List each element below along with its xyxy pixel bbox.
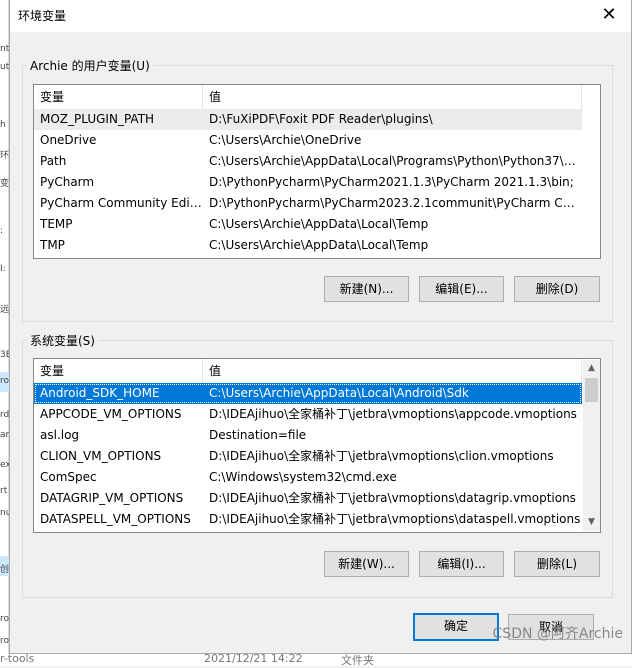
variable-name: OneDrive xyxy=(40,133,97,147)
list-header: 变量 值 xyxy=(34,85,582,109)
scroll-down-icon[interactable]: ▼ xyxy=(583,514,600,531)
background-window: nt ut h 环 变 : I: 远 3E ro rd ar ex rt nu … xyxy=(0,0,9,666)
background-text-fragment: : xyxy=(0,226,4,236)
system-list-scrollbar[interactable]: ▲ ▼ xyxy=(583,360,600,531)
system-variables-label: 系统变量(S) xyxy=(27,332,98,349)
watermark: CSDN @阿齐Archie xyxy=(492,626,623,642)
background-text-fragment: ro xyxy=(0,614,9,624)
system-new-button[interactable]: 新建(W)... xyxy=(324,551,409,577)
background-text-fragment: nt xyxy=(0,44,9,54)
variable-value: D:\IDEAjihuo\全家桶补丁\jetbra\vmoptions\clio… xyxy=(209,449,554,463)
table-row[interactable]: APPCODE_VM_OPTIONS D:\IDEAjihuo\全家桶补丁\je… xyxy=(34,404,582,425)
user-variables-label: Archie 的用户变量(U) xyxy=(27,57,153,74)
variable-name: DATAGRIP_VM_OPTIONS xyxy=(40,491,184,505)
variable-name: PyCharm Community Editi... xyxy=(40,196,203,210)
table-row[interactable]: DATASPELL_VM_OPTIONS D:\IDEAjihuo\全家桶补丁\… xyxy=(34,509,582,530)
system-edit-button[interactable]: 编辑(I)... xyxy=(419,551,504,577)
variable-value: C:\Users\Archie\AppData\Local\Temp xyxy=(209,238,429,252)
variable-name: PyCharm xyxy=(40,175,95,189)
variable-name: TMP xyxy=(40,238,65,252)
background-text-fragment: ro xyxy=(0,376,9,386)
table-row[interactable]: Path C:\Users\Archie\AppData\Local\Progr… xyxy=(34,151,582,172)
table-row[interactable]: OneDrive C:\Users\Archie\OneDrive xyxy=(34,130,582,151)
variable-name: Android_SDK_HOME xyxy=(40,386,160,400)
system-variables-list[interactable]: 变量 值 Android_SDK_HOME C:\Users\Archie\Ap… xyxy=(33,358,601,533)
environment-variables-dialog: 环境变量 ✕ Archie 的用户变量(U) 变量 值 MOZ_PLUGIN_P… xyxy=(9,0,632,654)
background-file-date: 2021/12/21 14:22 xyxy=(204,652,303,665)
background-text-fragment: h xyxy=(0,120,6,130)
variable-name: DATASPELL_VM_OPTIONS xyxy=(40,512,191,526)
background-text-fragment: ut xyxy=(0,62,9,72)
table-row[interactable]: DATAGRIP_VM_OPTIONS D:\IDEAjihuo\全家桶补丁\j… xyxy=(34,488,582,509)
variable-name: ComSpec xyxy=(40,470,97,484)
variable-value: D:\IDEAjihuo\全家桶补丁\jetbra\vmoptions\appc… xyxy=(209,407,577,421)
variable-name: TEMP xyxy=(40,217,73,231)
variable-name: MOZ_PLUGIN_PATH xyxy=(40,112,155,126)
user-delete-button[interactable]: 删除(D) xyxy=(514,276,600,302)
table-row[interactable]: PyCharm D:\PythonPycharm\PyCharm2021.1.3… xyxy=(34,172,582,193)
system-delete-button[interactable]: 删除(L) xyxy=(514,551,600,577)
user-edit-button[interactable]: 编辑(E)... xyxy=(419,276,504,302)
scroll-up-icon[interactable]: ▲ xyxy=(583,360,600,377)
background-text-fragment: 创 xyxy=(0,565,9,575)
background-text-fragment: 变 xyxy=(0,179,9,189)
table-row[interactable]: PyCharm Community Editi... D:\PythonPych… xyxy=(34,193,582,214)
variable-value: D:\FuXiPDF\Foxit PDF Reader\plugins\ xyxy=(209,112,433,126)
variable-value: C:\Users\Archie\AppData\Local\Android\Sd… xyxy=(209,386,469,400)
variable-value: C:\Windows\system32\cmd.exe xyxy=(209,470,397,484)
background-text-fragment: 3E xyxy=(0,350,9,360)
user-variables-rows: MOZ_PLUGIN_PATH D:\FuXiPDF\Foxit PDF Rea… xyxy=(34,109,582,256)
background-text-fragment: 远 xyxy=(0,305,9,315)
variable-name: CLION_VM_OPTIONS xyxy=(40,449,162,463)
variable-value: C:\Users\Archie\AppData\Local\Temp xyxy=(209,217,429,231)
background-text-fragment: ro xyxy=(0,636,9,646)
variable-name: APPCODE_VM_OPTIONS xyxy=(40,407,182,421)
background-file-row: r-tools 2021/12/21 14:22 文件夹 xyxy=(0,652,632,667)
variable-value: D:\IDEAjihuo\全家桶补丁\jetbra\vmoptions\data… xyxy=(209,491,576,505)
variable-value: D:\IDEAjihuo\全家桶补丁\jetbra\vmoptions\data… xyxy=(209,512,581,526)
background-text-fragment: ex xyxy=(0,460,9,470)
table-row[interactable]: TMP C:\Users\Archie\AppData\Local\Temp xyxy=(34,235,582,256)
table-row[interactable]: CLION_VM_OPTIONS D:\IDEAjihuo\全家桶补丁\jetb… xyxy=(34,446,582,467)
variable-value: Destination=file xyxy=(209,428,307,442)
scrollbar-thumb[interactable] xyxy=(585,378,598,402)
background-text-fragment: nu xyxy=(0,508,9,518)
table-row[interactable]: asl.log Destination=file xyxy=(34,425,582,446)
variable-value: D:\PythonPycharm\PyCharm2021.1.3\PyCharm… xyxy=(209,175,574,189)
table-row[interactable]: ComSpec C:\Windows\system32\cmd.exe xyxy=(34,467,582,488)
background-text-fragment: rd xyxy=(0,410,9,420)
column-header-variable[interactable]: 变量 xyxy=(34,359,203,383)
list-header: 变量 值 xyxy=(34,359,582,383)
background-text-fragment: 环 xyxy=(0,151,9,161)
background-text-fragment: ar xyxy=(0,430,9,440)
user-new-button[interactable]: 新建(N)... xyxy=(324,276,409,302)
variable-value: C:\Users\Archie\AppData\Local\Programs\P… xyxy=(209,154,582,168)
table-row[interactable]: TEMP C:\Users\Archie\AppData\Local\Temp xyxy=(34,214,582,235)
window-title: 环境变量 xyxy=(18,9,67,23)
column-header-value[interactable]: 值 xyxy=(203,359,582,383)
variable-value: D:\PythonPycharm\PyCharm2023.2.1communit… xyxy=(209,196,582,210)
background-text-fragment: I: xyxy=(0,264,6,274)
variable-name: Path xyxy=(40,154,67,168)
user-variables-list[interactable]: 变量 值 MOZ_PLUGIN_PATH D:\FuXiPDF\Foxit PD… xyxy=(33,84,601,259)
table-row[interactable]: Android_SDK_HOME C:\Users\Archie\AppData… xyxy=(34,383,582,404)
system-variables-rows: Android_SDK_HOME C:\Users\Archie\AppData… xyxy=(34,383,582,530)
title-bar: 环境变量 ✕ xyxy=(10,0,631,32)
background-text-fragment: rt xyxy=(0,486,8,496)
ok-button[interactable]: 确定 xyxy=(413,613,499,641)
variable-name: asl.log xyxy=(40,428,80,442)
table-row[interactable]: MOZ_PLUGIN_PATH D:\FuXiPDF\Foxit PDF Rea… xyxy=(34,109,582,130)
close-icon[interactable]: ✕ xyxy=(597,3,621,27)
variable-value: C:\Users\Archie\OneDrive xyxy=(209,133,362,147)
background-file-name: r-tools xyxy=(0,652,35,665)
column-header-variable[interactable]: 变量 xyxy=(34,85,203,109)
column-header-value[interactable]: 值 xyxy=(203,85,582,109)
